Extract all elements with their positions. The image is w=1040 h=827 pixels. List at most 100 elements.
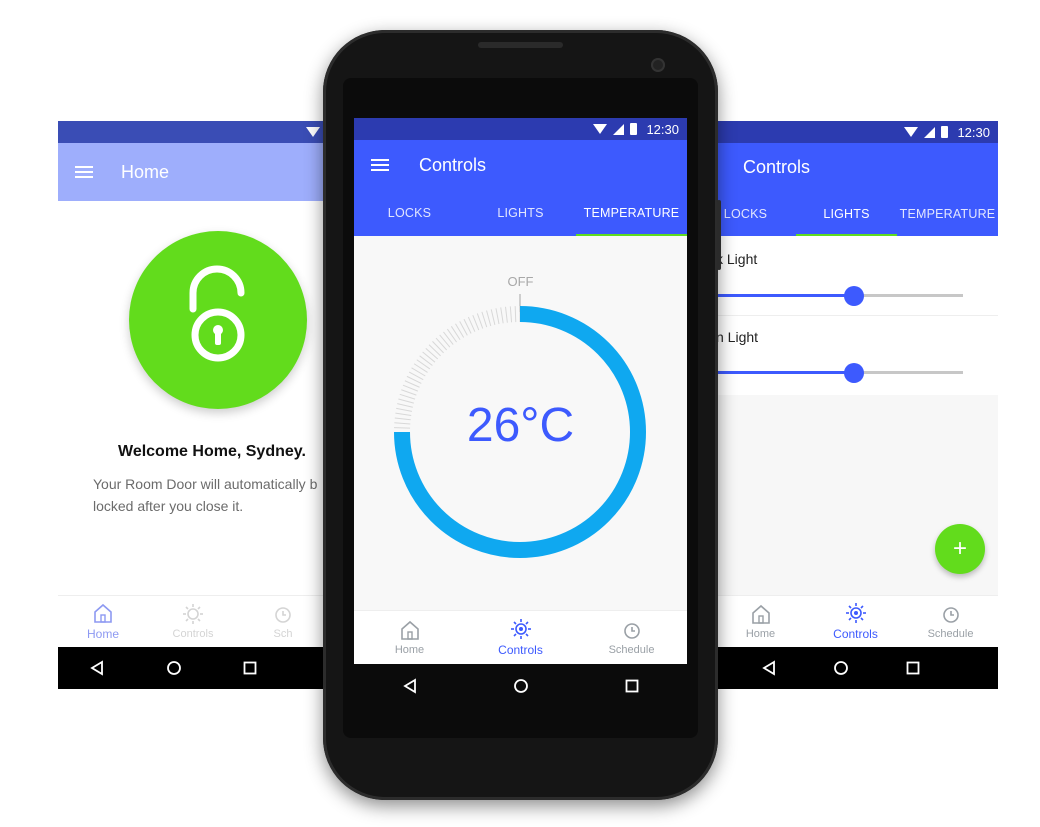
dial-tick bbox=[402, 384, 419, 392]
tab-temperature-label: TEMPERATURE bbox=[583, 206, 680, 220]
light-slider-fill-2 bbox=[713, 371, 854, 374]
tab-locks-label: LOCKS bbox=[387, 206, 432, 220]
tab-lights[interactable]: LIGHTS bbox=[465, 190, 576, 236]
battery-icon bbox=[941, 126, 949, 138]
dial-tick bbox=[446, 328, 458, 343]
nav-home-label: Home bbox=[86, 627, 119, 641]
right-bottom-nav: Home Controls Schedule bbox=[713, 595, 998, 647]
nav-schedule[interactable]: Schedule bbox=[903, 596, 998, 647]
tab-temperature[interactable]: TEMPERATURE bbox=[576, 190, 687, 236]
right-tabs: LOCKS LIGHTS TEMPERATURE bbox=[713, 191, 998, 236]
light-row-1: k Light bbox=[713, 236, 998, 316]
controls-icon bbox=[845, 603, 866, 623]
nav-home[interactable]: Home bbox=[713, 596, 808, 647]
tab-lights[interactable]: LIGHTS bbox=[796, 191, 897, 236]
tab-temperature[interactable]: TEMPERATURE bbox=[897, 191, 998, 236]
wifi-icon bbox=[306, 127, 320, 137]
nav-home-label: Home bbox=[394, 644, 425, 656]
light-slider-thumb-1[interactable] bbox=[844, 286, 864, 306]
center-bottom-nav: Home Controls Schedule bbox=[354, 610, 687, 664]
welcome-message-line2: locked after you close it. bbox=[93, 498, 244, 514]
right-system-nav bbox=[713, 647, 998, 689]
tab-locks[interactable]: LOCKS bbox=[713, 191, 796, 236]
nav-home[interactable]: Home bbox=[354, 611, 465, 664]
dial-tick bbox=[439, 334, 451, 348]
nav-controls[interactable]: Controls bbox=[465, 611, 576, 664]
center-screen: 12:30 Controls LOCKS LIGHTS TEMPERATURE … bbox=[354, 118, 687, 664]
light-label-2: n Light bbox=[716, 329, 759, 345]
recents-icon[interactable] bbox=[243, 661, 257, 675]
nav-home[interactable]: Home bbox=[58, 596, 148, 647]
dial-tick bbox=[443, 331, 454, 345]
front-camera bbox=[651, 58, 665, 72]
left-bottom-nav: Home Controls Sch bbox=[58, 595, 328, 647]
center-status-bar: 12:30 bbox=[354, 118, 687, 140]
dial-tick bbox=[505, 306, 508, 323]
light-label-1: k Light bbox=[716, 251, 758, 267]
dial-tick bbox=[500, 307, 504, 324]
left-status-bar bbox=[58, 121, 328, 143]
recents-icon[interactable] bbox=[906, 661, 920, 675]
nav-schedule-label: Schedule bbox=[927, 628, 974, 640]
left-system-nav bbox=[58, 647, 328, 689]
dial-tick bbox=[514, 306, 517, 323]
tab-locks[interactable]: LOCKS bbox=[354, 190, 465, 236]
home-circle-icon[interactable] bbox=[166, 660, 182, 676]
nav-controls[interactable]: Controls bbox=[148, 596, 238, 647]
menu-icon[interactable] bbox=[371, 158, 389, 172]
speaker-grille bbox=[478, 42, 563, 48]
nav-schedule-label: Sch bbox=[273, 628, 293, 640]
add-fab[interactable]: + bbox=[935, 524, 985, 574]
right-screen: 12:30 Controls LOCKS LIGHTS TEMPERATURE … bbox=[713, 121, 998, 689]
center-tabs: LOCKS LIGHTS TEMPERATURE bbox=[354, 190, 687, 236]
welcome-heading: Welcome Home, Sydney. bbox=[118, 443, 306, 460]
dial-tick bbox=[481, 311, 488, 328]
schedule-icon bbox=[275, 607, 291, 623]
back-icon[interactable] bbox=[89, 660, 105, 676]
left-app-bar: Home bbox=[58, 143, 328, 201]
center-title: Controls bbox=[419, 154, 487, 175]
dial-tick bbox=[476, 313, 484, 329]
tab-lights-label: LIGHTS bbox=[823, 206, 870, 221]
off-label: OFF bbox=[507, 274, 534, 289]
add-icon: + bbox=[952, 535, 967, 562]
signal-icon bbox=[924, 126, 936, 138]
unlock-icon bbox=[189, 265, 245, 362]
lock-button[interactable] bbox=[129, 231, 307, 409]
nav-controls-label: Controls bbox=[833, 627, 878, 641]
back-icon[interactable] bbox=[761, 660, 777, 676]
wifi-icon bbox=[904, 127, 919, 137]
dial-tick bbox=[422, 351, 436, 363]
nav-controls[interactable]: Controls bbox=[808, 596, 903, 647]
home-circle-icon[interactable] bbox=[833, 660, 849, 676]
battery-icon bbox=[630, 123, 638, 135]
dial-tick bbox=[432, 341, 444, 354]
recents-icon[interactable] bbox=[625, 679, 639, 693]
welcome-message: Your Room Door will automatically b lock… bbox=[93, 473, 317, 517]
light-slider-thumb-2[interactable] bbox=[844, 363, 864, 383]
dial-tick bbox=[509, 306, 513, 323]
controls-icon bbox=[183, 604, 203, 624]
dial-tick bbox=[416, 359, 431, 370]
dial-tick bbox=[401, 389, 417, 396]
nav-controls-label: Controls bbox=[498, 643, 543, 657]
center-status-time: 12:30 bbox=[646, 121, 679, 137]
home-icon bbox=[94, 603, 112, 623]
welcome-message-line1: Your Room Door will automatically b bbox=[93, 476, 318, 492]
wifi-icon bbox=[593, 124, 608, 134]
dial-tick bbox=[486, 310, 492, 327]
controls-icon bbox=[510, 619, 531, 639]
nav-schedule[interactable]: Schedule bbox=[576, 611, 687, 664]
right-app-bar: Controls bbox=[713, 143, 998, 191]
dial-tick bbox=[490, 309, 496, 326]
home-circle-icon[interactable] bbox=[513, 678, 529, 694]
dial-tick bbox=[495, 308, 500, 325]
tab-temperature-label: TEMPERATURE bbox=[899, 206, 996, 221]
dial-tick bbox=[425, 347, 439, 360]
temperature-value: 26°C bbox=[466, 399, 575, 452]
nav-schedule[interactable]: Sch bbox=[238, 596, 328, 647]
left-screen: Home Welcome Home, Sydney. Your Room Doo… bbox=[58, 121, 328, 689]
menu-icon[interactable] bbox=[75, 165, 93, 179]
dial-tick bbox=[435, 337, 448, 351]
back-icon[interactable] bbox=[402, 678, 418, 694]
